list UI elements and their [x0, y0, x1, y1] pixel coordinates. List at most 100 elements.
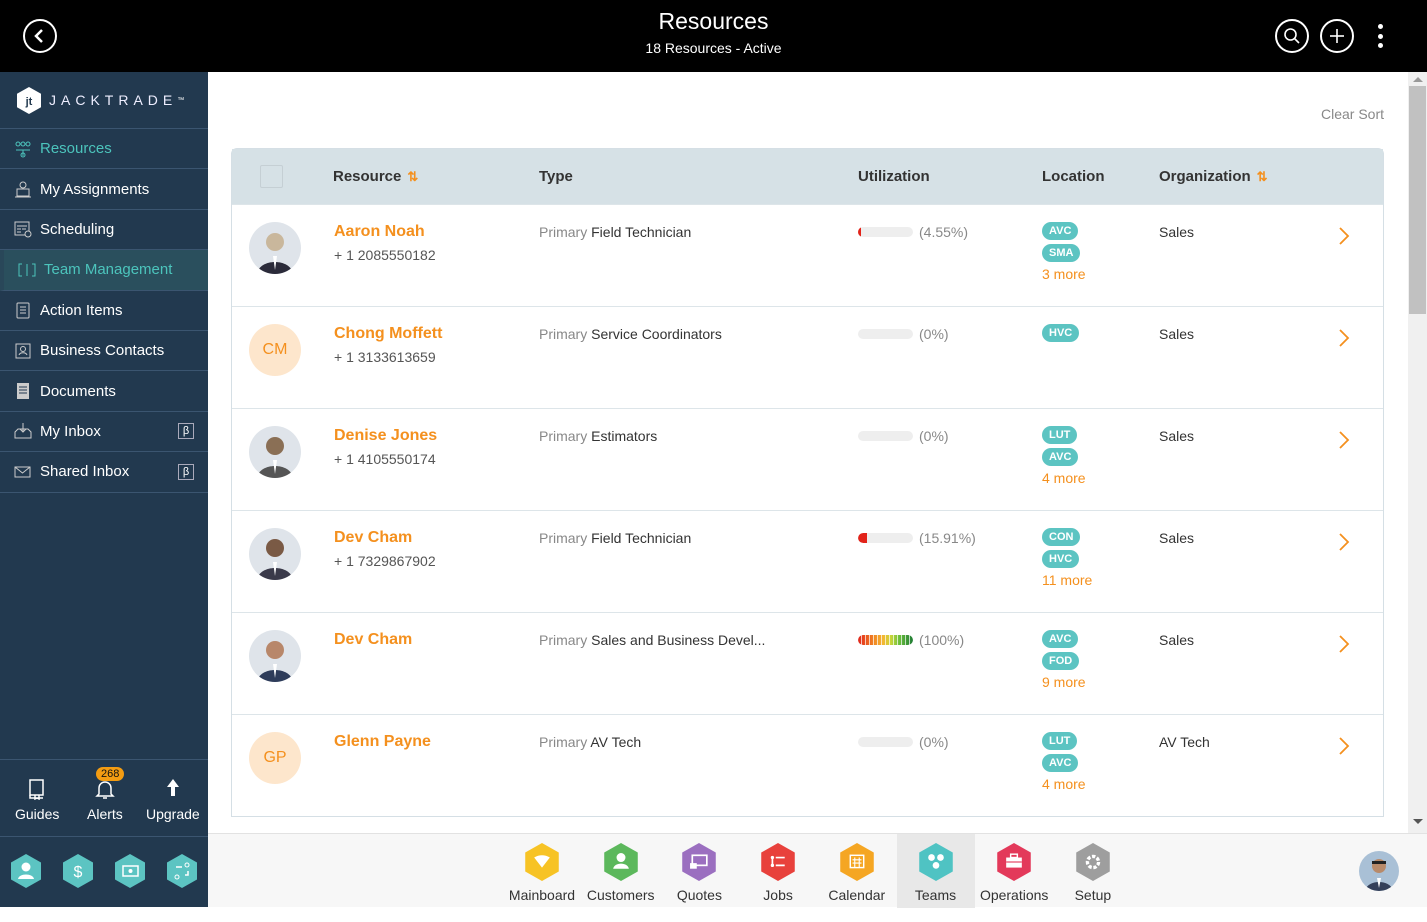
row-detail-button[interactable]: [1337, 735, 1351, 762]
page-title: Resources: [658, 8, 769, 34]
utilization-bar: [858, 431, 913, 441]
user-avatar[interactable]: [1359, 851, 1399, 891]
column-location: Location: [1042, 168, 1105, 185]
more-locations-link[interactable]: 9 more: [1042, 674, 1086, 690]
more-locations-link[interactable]: 4 more: [1042, 776, 1086, 792]
clear-sort-link[interactable]: Clear Sort: [1321, 106, 1384, 122]
bottom-nav-teams[interactable]: Teams: [896, 834, 975, 908]
sidebar-item-label: Team Management: [44, 261, 173, 279]
sidebar-item-shared-inbox[interactable]: Shared Inbox β: [0, 452, 208, 493]
row-detail-button[interactable]: [1337, 225, 1351, 252]
profile-hex-icon[interactable]: [11, 854, 41, 888]
bottom-nav-operations[interactable]: Operations: [975, 834, 1053, 908]
location-tag[interactable]: HVC: [1042, 324, 1080, 342]
sidebar-item-team-management[interactable]: Team Management: [0, 250, 208, 291]
more-locations-link[interactable]: 4 more: [1042, 470, 1086, 486]
bottom-nav-customers[interactable]: Customers: [582, 834, 660, 908]
scroll-up-arrow-icon[interactable]: [1413, 77, 1423, 82]
more-locations-link[interactable]: 3 more: [1042, 266, 1086, 282]
location-tag[interactable]: LUT: [1042, 426, 1078, 444]
resource-phone: + 1 4105550174: [334, 451, 436, 467]
select-all-checkbox[interactable]: [260, 165, 283, 188]
column-resource[interactable]: Resource ⇅: [333, 168, 418, 185]
type-value: Field Technician: [591, 224, 692, 240]
table-row[interactable]: Dev Cham + 1 7329867902 Primary Field Te…: [232, 510, 1383, 612]
location-cell: HVC: [1042, 324, 1080, 346]
location-tag[interactable]: CON: [1042, 528, 1081, 546]
type-prefix: Primary: [539, 224, 588, 240]
resource-name[interactable]: Denise Jones: [334, 427, 437, 445]
sidebar-item-business-contacts[interactable]: Business Contacts: [0, 331, 208, 372]
table-row[interactable]: Dev Cham Primary Sales and Business Deve…: [232, 612, 1383, 714]
location-tag[interactable]: AVC: [1042, 222, 1079, 240]
sidebar-item-my-assignments[interactable]: My Assignments: [0, 169, 208, 210]
sidebar-item-documents[interactable]: Documents: [0, 371, 208, 412]
bottom-nav-jobs[interactable]: Jobs: [739, 834, 817, 908]
mainboard-icon: [525, 843, 559, 881]
billing-hex-icon[interactable]: $: [63, 854, 93, 888]
row-detail-button[interactable]: [1337, 429, 1351, 456]
sidebar-item-scheduling[interactable]: Scheduling: [0, 210, 208, 251]
payments-hex-icon[interactable]: [115, 854, 145, 888]
location-tag[interactable]: AVC: [1042, 754, 1079, 772]
book-icon: [29, 779, 44, 800]
location-tag[interactable]: FOD: [1042, 652, 1080, 670]
more-options-button[interactable]: [1372, 22, 1388, 50]
brand-logo[interactable]: jt JACKTRADE ™: [0, 72, 208, 129]
type-value: Sales and Business Devel...: [591, 632, 766, 648]
guides-button[interactable]: Guides: [15, 778, 59, 822]
location-tag[interactable]: AVC: [1042, 630, 1079, 648]
table-row[interactable]: GP Glenn Payne Primary AV Tech (0%) LUT A…: [232, 714, 1383, 816]
inbox-icon: [14, 422, 32, 440]
gear-icon: [1076, 843, 1110, 881]
utilization-fill: [858, 635, 913, 645]
location-tag[interactable]: SMA: [1042, 244, 1081, 262]
organization: Sales: [1159, 428, 1195, 444]
row-detail-button[interactable]: [1337, 531, 1351, 558]
organization: Sales: [1159, 224, 1195, 240]
resource-name[interactable]: Chong Moffett: [334, 325, 442, 343]
chevron-right-icon: [1339, 431, 1350, 449]
bottom-nav-setup[interactable]: Setup: [1054, 834, 1132, 908]
utilization: (0%): [858, 326, 949, 342]
avatar: [249, 630, 301, 682]
table-row[interactable]: CM Chong Moffett + 1 3133613659 Primary …: [232, 306, 1383, 408]
table-row[interactable]: Aaron Noah + 1 2085550182 Primary Field …: [232, 204, 1383, 306]
avatar: [249, 222, 301, 274]
scroll-down-arrow-icon[interactable]: [1413, 819, 1423, 824]
row-detail-button[interactable]: [1337, 633, 1351, 660]
utilization: (4.55%): [858, 224, 968, 240]
workflow-hex-icon[interactable]: [167, 854, 197, 888]
row-detail-button[interactable]: [1337, 327, 1351, 354]
column-organization[interactable]: Organization ⇅: [1159, 168, 1268, 185]
briefcase-icon: [997, 843, 1031, 881]
upgrade-button[interactable]: Upgrade: [146, 778, 200, 822]
sort-icon[interactable]: ⇅: [1257, 169, 1268, 184]
sidebar-item-my-inbox[interactable]: My Inbox β: [0, 412, 208, 453]
bottom-nav-calendar[interactable]: Calendar: [818, 834, 896, 908]
alerts-button[interactable]: Alerts: [87, 778, 123, 822]
location-tag[interactable]: HVC: [1042, 550, 1080, 568]
sidebar-item-action-items[interactable]: Action Items: [0, 291, 208, 331]
scheduling-icon: [14, 220, 32, 238]
location-tag[interactable]: AVC: [1042, 448, 1079, 466]
more-locations-link[interactable]: 11 more: [1042, 572, 1092, 588]
resource-name[interactable]: Dev Cham: [334, 631, 412, 649]
resource-name[interactable]: Glenn Payne: [334, 733, 431, 751]
sidebar-item-label: My Assignments: [40, 180, 150, 198]
table-row[interactable]: Denise Jones + 1 4105550174 Primary Esti…: [232, 408, 1383, 510]
resource-name[interactable]: Dev Cham: [334, 529, 412, 547]
location-tag[interactable]: LUT: [1042, 732, 1078, 750]
search-button[interactable]: [1275, 19, 1309, 53]
bell-icon: [95, 781, 115, 799]
utilization-label: (4.55%): [919, 224, 969, 240]
scrollbar-thumb[interactable]: [1409, 86, 1426, 314]
add-button[interactable]: [1320, 19, 1354, 53]
bottom-nav-quotes[interactable]: Quotes: [660, 834, 738, 908]
resource-name[interactable]: Aaron Noah: [334, 223, 425, 241]
sort-icon[interactable]: ⇅: [407, 169, 418, 184]
utilization-label: (0%): [919, 326, 949, 342]
vertical-scrollbar[interactable]: [1408, 72, 1427, 833]
sidebar-item-resources[interactable]: Resources: [0, 129, 208, 170]
bottom-nav-mainboard[interactable]: Mainboard: [503, 834, 581, 908]
